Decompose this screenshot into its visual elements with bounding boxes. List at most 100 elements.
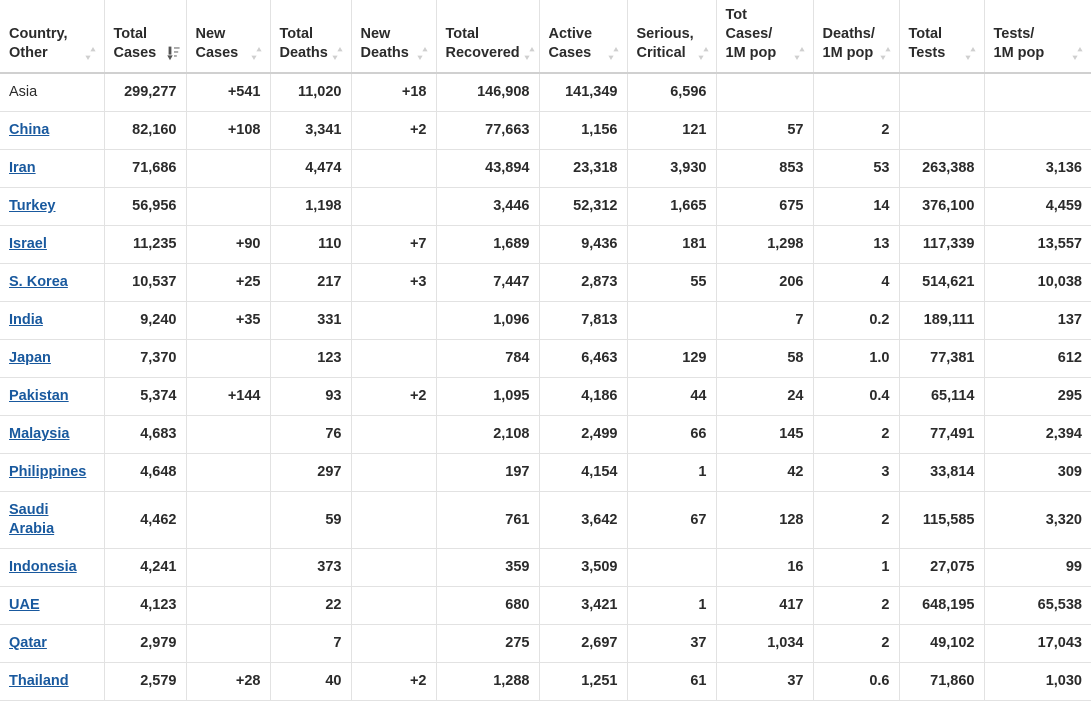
- cell-country: Turkey: [0, 188, 104, 226]
- cell-serious_critical: 44: [627, 378, 716, 416]
- country-link[interactable]: Japan: [9, 350, 51, 366]
- cell-active_cases: 6,463: [539, 340, 627, 378]
- cell-total_tests: 65,114: [899, 378, 984, 416]
- column-header-total_deaths[interactable]: TotalDeaths: [270, 0, 351, 73]
- cell-serious_critical: 3,930: [627, 150, 716, 188]
- sort-icon[interactable]: [698, 46, 709, 61]
- cell-deaths_per_1m: [813, 73, 899, 112]
- country-link[interactable]: Israel: [9, 236, 47, 252]
- cell-total_cases: 11,235: [104, 226, 186, 264]
- country-link[interactable]: Malaysia: [9, 426, 69, 442]
- header-line-1: Tot Cases/: [726, 7, 773, 42]
- cell-total_deaths: 40: [270, 663, 351, 701]
- sort-icon[interactable]: [524, 46, 535, 61]
- cell-deaths_per_1m: 2: [813, 416, 899, 454]
- cell-cases_per_1m: [716, 73, 813, 112]
- column-header-active_cases[interactable]: Active Cases: [539, 0, 627, 73]
- country-link[interactable]: Saudi Arabia: [9, 502, 54, 537]
- country-link[interactable]: Turkey: [9, 198, 55, 214]
- cell-total_cases: 4,241: [104, 549, 186, 587]
- column-header-country[interactable]: Country,Other: [0, 0, 104, 73]
- cell-total_recovered: 784: [436, 340, 539, 378]
- cell-total_cases: 4,648: [104, 454, 186, 492]
- country-link[interactable]: India: [9, 312, 43, 328]
- cell-cases_per_1m: 853: [716, 150, 813, 188]
- sort-icon[interactable]: [880, 46, 891, 61]
- cell-total_recovered: 3,446: [436, 188, 539, 226]
- cell-total_recovered: 146,908: [436, 73, 539, 112]
- header-line-2: Cases: [549, 45, 592, 61]
- cell-total_recovered: 43,894: [436, 150, 539, 188]
- cell-total_deaths: 373: [270, 549, 351, 587]
- sort-icon[interactable]: [965, 46, 976, 61]
- sort-icon[interactable]: [794, 46, 805, 61]
- cell-new_deaths: +18: [351, 73, 436, 112]
- cell-total_deaths: 331: [270, 302, 351, 340]
- column-header-serious_critical[interactable]: Serious,Critical: [627, 0, 716, 73]
- sort-icon[interactable]: [85, 46, 96, 61]
- cell-country: Qatar: [0, 625, 104, 663]
- header-line-1: Total: [114, 26, 148, 42]
- column-header-new_cases[interactable]: NewCases: [186, 0, 270, 73]
- column-header-label: Country,Other: [9, 25, 68, 63]
- country-link[interactable]: Philippines: [9, 464, 86, 480]
- cell-new_cases: +25: [186, 264, 270, 302]
- cell-total_deaths: 7: [270, 625, 351, 663]
- cell-deaths_per_1m: 0.2: [813, 302, 899, 340]
- table-row: Iran71,6864,47443,89423,3183,93085353263…: [0, 150, 1091, 188]
- header-line-1: Deaths/: [823, 26, 875, 42]
- cell-serious_critical: 61: [627, 663, 716, 701]
- column-header-total_recovered[interactable]: TotalRecovered: [436, 0, 539, 73]
- cell-tests_per_1m: 1,030: [984, 663, 1091, 701]
- column-header-new_deaths[interactable]: NewDeaths: [351, 0, 436, 73]
- sort-amount-desc-icon[interactable]: [167, 46, 178, 61]
- header-line-1: Total: [446, 26, 480, 42]
- column-header-total_cases[interactable]: TotalCases: [104, 0, 186, 73]
- country-link[interactable]: Iran: [9, 160, 36, 176]
- cell-country: Iran: [0, 150, 104, 188]
- country-link[interactable]: Pakistan: [9, 388, 69, 404]
- cell-total_cases: 5,374: [104, 378, 186, 416]
- cell-new_cases: +541: [186, 73, 270, 112]
- table-row: UAE4,123226803,42114172648,19565,538: [0, 587, 1091, 625]
- cell-total_tests: 263,388: [899, 150, 984, 188]
- sort-icon[interactable]: [1072, 46, 1083, 61]
- sort-icon[interactable]: [251, 46, 262, 61]
- column-header-label: TotalTests: [909, 25, 946, 63]
- column-header-cases_per_1m[interactable]: Tot Cases/1M pop: [716, 0, 813, 73]
- country-link[interactable]: China: [9, 122, 49, 138]
- cell-new_cases: [186, 340, 270, 378]
- cell-total_deaths: 11,020: [270, 73, 351, 112]
- cell-cases_per_1m: 1,298: [716, 226, 813, 264]
- column-header-deaths_per_1m[interactable]: Deaths/1M pop: [813, 0, 899, 73]
- sort-icon[interactable]: [417, 46, 428, 61]
- cell-serious_critical: 67: [627, 492, 716, 549]
- cell-active_cases: 52,312: [539, 188, 627, 226]
- cell-active_cases: 1,156: [539, 112, 627, 150]
- column-header-label: NewDeaths: [361, 25, 409, 63]
- cell-country: Saudi Arabia: [0, 492, 104, 549]
- country-link[interactable]: Qatar: [9, 635, 47, 651]
- cell-new_cases: +144: [186, 378, 270, 416]
- country-link[interactable]: Indonesia: [9, 559, 77, 575]
- table-header: Country,OtherTotalCasesNewCasesTotalDeat…: [0, 0, 1091, 73]
- sort-icon[interactable]: [608, 46, 619, 61]
- cell-total_recovered: 1,096: [436, 302, 539, 340]
- cell-total_tests: [899, 112, 984, 150]
- column-header-total_tests[interactable]: TotalTests: [899, 0, 984, 73]
- sort-icon[interactable]: [332, 46, 343, 61]
- cell-deaths_per_1m: 2: [813, 492, 899, 549]
- header-line-1: Active: [549, 26, 593, 42]
- cell-total_tests: 189,111: [899, 302, 984, 340]
- column-header-tests_per_1m[interactable]: Tests/1M pop: [984, 0, 1091, 73]
- country-link[interactable]: S. Korea: [9, 274, 68, 290]
- cell-total_deaths: 4,474: [270, 150, 351, 188]
- table-row: Turkey56,9561,1983,44652,3121,6656751437…: [0, 188, 1091, 226]
- cell-tests_per_1m: 17,043: [984, 625, 1091, 663]
- country-link[interactable]: UAE: [9, 597, 40, 613]
- country-link[interactable]: Thailand: [9, 673, 69, 689]
- cell-tests_per_1m: 99: [984, 549, 1091, 587]
- table-row: Qatar2,97972752,697371,034249,10217,043: [0, 625, 1091, 663]
- cell-total_recovered: 1,095: [436, 378, 539, 416]
- cell-cases_per_1m: 57: [716, 112, 813, 150]
